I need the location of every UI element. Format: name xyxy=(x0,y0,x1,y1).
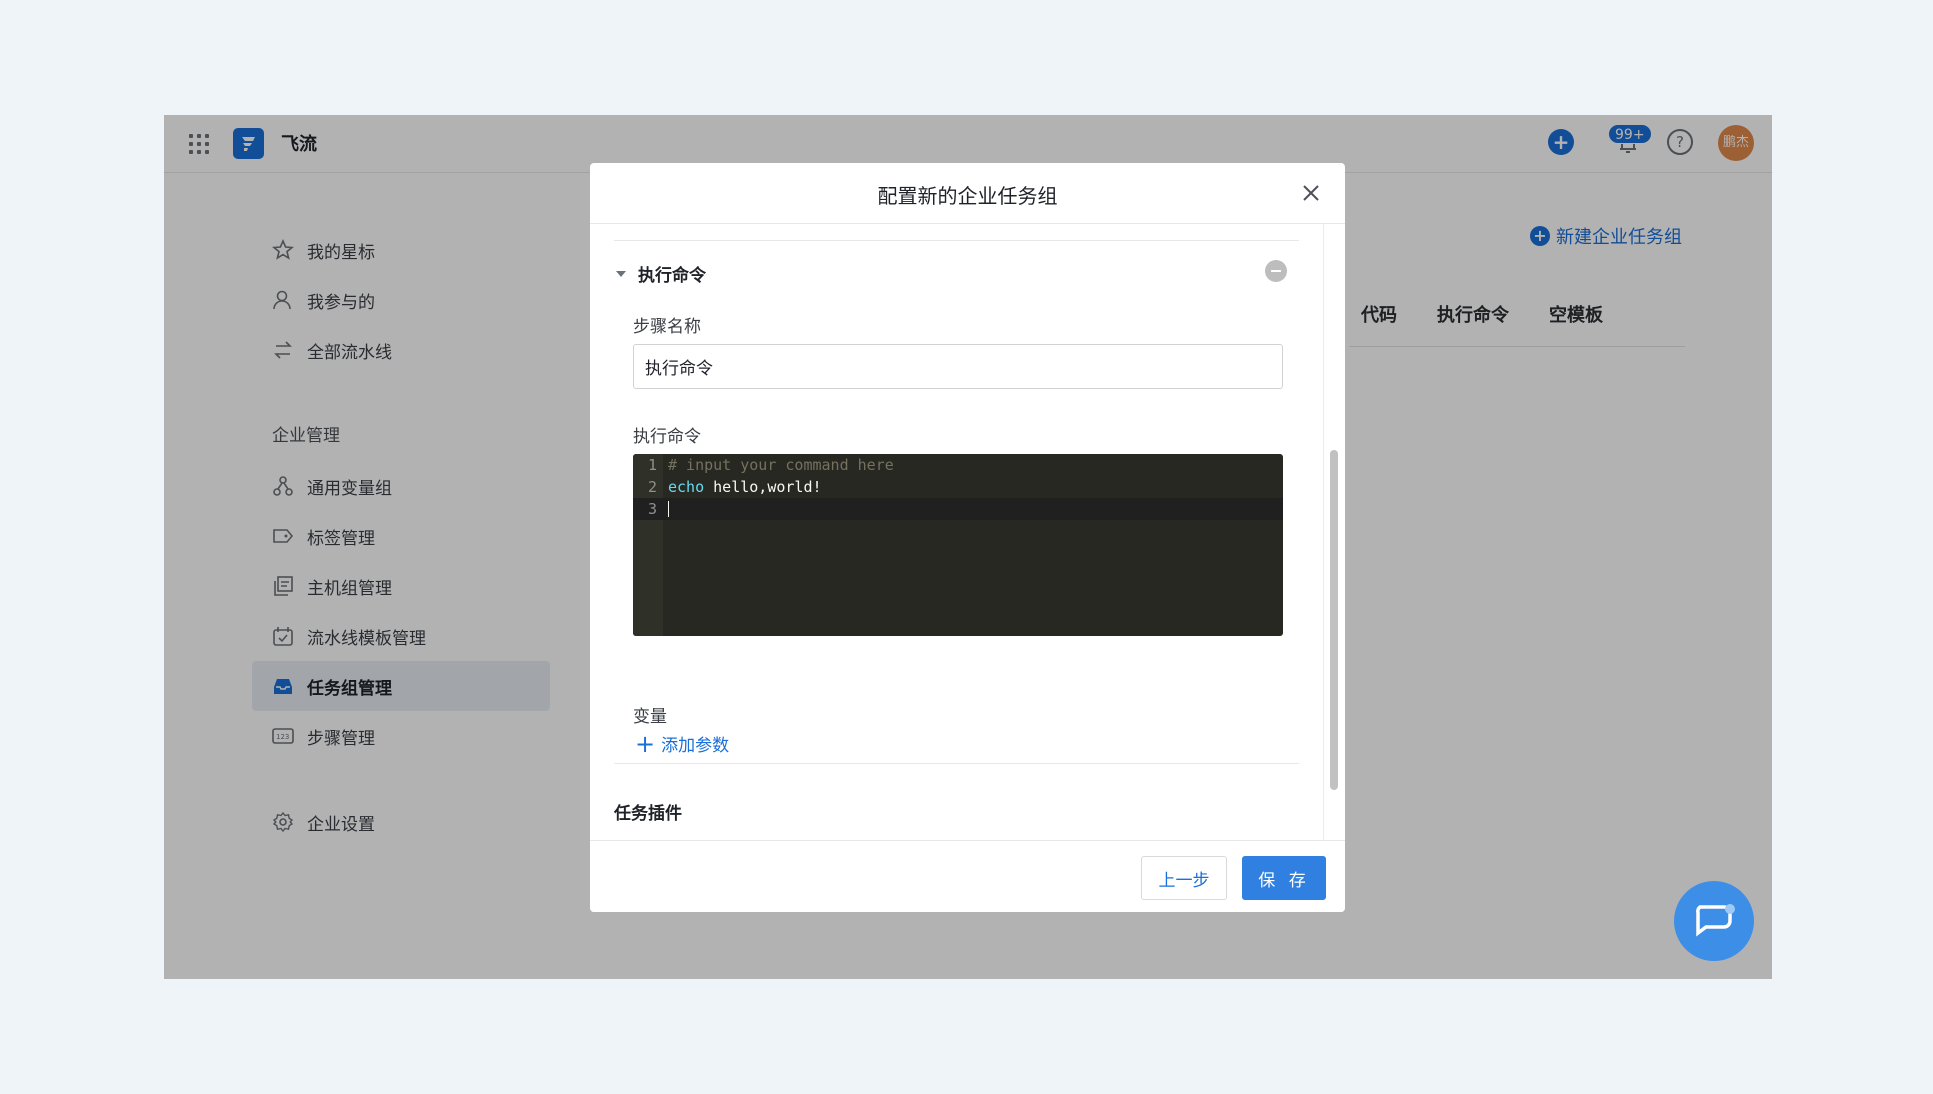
close-icon[interactable] xyxy=(1299,181,1323,205)
step-name-input[interactable] xyxy=(633,344,1283,389)
chat-button[interactable] xyxy=(1674,881,1754,961)
code-line-current: 3 xyxy=(633,498,1283,520)
code-line: 1 # input your command here xyxy=(633,454,1283,476)
modal-title: 配置新的企业任务组 xyxy=(877,184,1058,208)
plus-icon: + xyxy=(635,729,656,758)
code-comment: # input your command here xyxy=(668,456,894,474)
command-editor[interactable]: 1 # input your command here 2 echo hello… xyxy=(633,454,1283,636)
remove-step-icon[interactable] xyxy=(1265,260,1287,282)
modal-scrollbar[interactable] xyxy=(1323,224,1345,840)
scrollbar-thumb[interactable] xyxy=(1330,450,1338,790)
config-task-group-modal: 配置新的企业任务组 执行命令 步骤名称 执行命令 1 # input your … xyxy=(590,163,1345,912)
prev-step-button[interactable]: 上一步 xyxy=(1141,856,1227,900)
modal-body: 执行命令 步骤名称 执行命令 1 # input your command he… xyxy=(590,224,1323,840)
variables-label: 变量 xyxy=(633,707,667,727)
code-args: hello,world! xyxy=(704,478,822,496)
line-number: 1 xyxy=(647,456,657,474)
step-header[interactable]: 执行命令 xyxy=(616,261,706,286)
code-text: echo hello,world! xyxy=(668,476,822,498)
divider xyxy=(614,763,1299,764)
step-name-label: 步骤名称 xyxy=(633,317,701,337)
divider xyxy=(614,240,1299,241)
chat-bubble-icon xyxy=(1696,904,1735,937)
step-title: 执行命令 xyxy=(638,266,706,286)
line-number: 2 xyxy=(647,478,657,496)
plugin-section-title: 任务插件 xyxy=(614,804,682,824)
caret-down-icon xyxy=(616,270,626,277)
add-param-button[interactable]: + 添加参数 xyxy=(635,729,730,758)
code-keyword: echo xyxy=(668,478,705,496)
line-number: 3 xyxy=(647,500,657,518)
text-cursor xyxy=(668,501,669,517)
code-line: 2 echo hello,world! xyxy=(633,476,1283,498)
add-param-label: 添加参数 xyxy=(661,736,730,756)
modal-header: 配置新的企业任务组 xyxy=(590,163,1345,224)
command-label: 执行命令 xyxy=(633,427,701,447)
modal-footer: 上一步 保 存 xyxy=(590,840,1345,912)
save-button[interactable]: 保 存 xyxy=(1242,856,1326,900)
